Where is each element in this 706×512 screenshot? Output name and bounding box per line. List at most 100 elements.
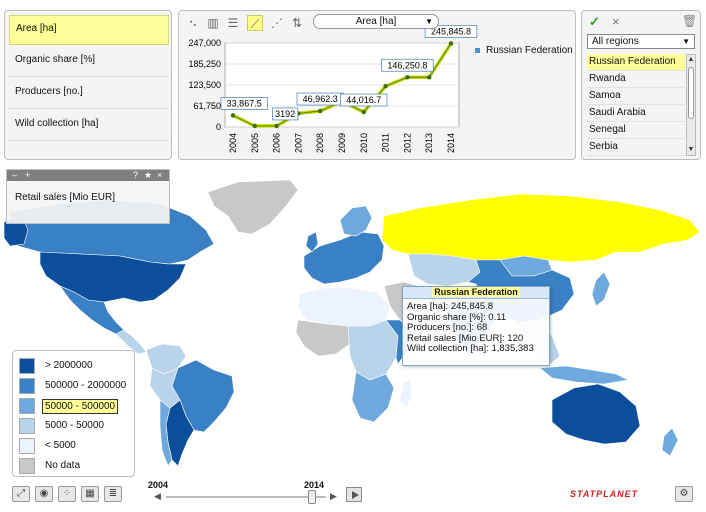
legend-label: < 5000	[45, 440, 76, 451]
region-filter-select[interactable]: All regions ▼	[587, 34, 695, 49]
settings-icon[interactable]: ⚙	[675, 486, 693, 502]
tooltip-title: Russian Federation	[403, 287, 549, 299]
chart-legend: Russian Federation	[475, 45, 573, 56]
data-label: 33,867.5	[227, 98, 262, 108]
retail-sales-panel: – + ? ★ × Retail sales [Mio EUR]	[6, 169, 170, 224]
timeline-end-label: 2014	[304, 480, 325, 490]
map-region-central-africa[interactable]	[347, 319, 399, 381]
legend-label: > 2000000	[45, 360, 93, 371]
data-label: 146,250.8	[387, 60, 427, 70]
indicator-area[interactable]: Area [ha]	[9, 15, 169, 45]
indicator-organic-share[interactable]: Organic share [%]	[9, 47, 169, 77]
bar-chart-icon[interactable]: ▥	[205, 15, 221, 31]
data-point	[318, 108, 323, 114]
scroll-thumb[interactable]	[688, 67, 694, 119]
legend-label: 50000 - 500000	[42, 399, 119, 414]
map-region-scandinavia[interactable]	[339, 205, 373, 237]
add-icon[interactable]: +	[25, 170, 30, 181]
map-region-japan[interactable]	[591, 271, 611, 307]
legend-swatch	[19, 458, 35, 474]
y-tick-label: 247,000	[188, 38, 221, 48]
brand-logo: STATPLANET	[570, 489, 639, 499]
eye-icon[interactable]: ◉	[35, 486, 53, 502]
legend-swatch	[475, 47, 480, 53]
x-tick-label: 2006	[272, 133, 282, 153]
scatter-icon[interactable]: ⠢	[185, 15, 201, 31]
close-icon[interactable]: ×	[612, 14, 620, 29]
table-icon[interactable]: ▦	[81, 486, 99, 502]
legend-label: No data	[45, 460, 81, 471]
timeline-track[interactable]	[166, 496, 326, 498]
region-item-rwanda[interactable]: Rwanda	[587, 71, 685, 88]
fullscreen-icon[interactable]: ⤢	[12, 486, 30, 502]
map-region-west-africa[interactable]	[295, 319, 351, 357]
legend-swatch	[19, 378, 35, 394]
map-region-australia[interactable]	[551, 383, 641, 445]
trash-icon[interactable]: 🗑	[682, 14, 697, 28]
chevron-down-icon: ▼	[425, 17, 433, 26]
scroll-down-icon[interactable]: ▼	[687, 145, 695, 155]
retail-sales-label[interactable]: Retail sales [Mio EUR]	[15, 192, 115, 203]
notes-icon[interactable]: ≣	[104, 486, 122, 502]
region-item-serbia[interactable]: Serbia	[587, 139, 685, 156]
y-tick-label: 61,750	[193, 101, 221, 111]
tooltip-line: Area [ha]: 245,845.8	[407, 301, 494, 312]
region-item-russian-federation[interactable]: Russian Federation	[587, 54, 685, 71]
line-chart-icon[interactable]: ⟋	[247, 15, 263, 31]
legend-label: 5000 - 50000	[45, 420, 104, 431]
region-item-senegal[interactable]: Senegal	[587, 122, 685, 139]
map-region-madagascar[interactable]	[399, 379, 413, 409]
chart-indicator-select-label: Area [ha]	[355, 16, 397, 27]
help-icon[interactable]: ?	[133, 170, 138, 181]
data-label: 245,845.8	[431, 26, 471, 36]
data-point	[448, 41, 454, 46]
data-point	[427, 75, 432, 80]
x-tick-label: 2012	[402, 133, 412, 153]
horizontal-bar-icon[interactable]: ☰	[225, 15, 241, 31]
minimize-icon[interactable]: –	[12, 170, 17, 181]
map-region-north-africa[interactable]	[297, 287, 391, 327]
legend-swatch	[19, 398, 35, 414]
map-region-russian-federation[interactable]	[381, 193, 701, 263]
region-scrollbar[interactable]: ▲ ▼	[686, 54, 696, 156]
data-point	[230, 113, 236, 118]
close-icon[interactable]: ×	[157, 170, 162, 181]
play-button[interactable]	[346, 487, 362, 502]
indicator-producers[interactable]: Producers [no.]	[9, 79, 169, 109]
legend-swatch	[19, 358, 35, 374]
line-chart: 247,000 185,250 123,500 61,750 0 2004 2005 2006…	[188, 24, 478, 153]
x-tick-label: 2010	[359, 133, 369, 153]
timeline-right-arrow-icon[interactable]: ▶	[330, 491, 337, 502]
x-tick-label: 2013	[424, 133, 434, 153]
region-item-saudi-arabia[interactable]: Saudi Arabia	[587, 105, 685, 122]
data-point	[252, 123, 257, 129]
scatter-line-icon[interactable]: ⋰	[269, 15, 285, 31]
scroll-up-icon[interactable]: ▲	[687, 55, 695, 65]
chart-indicator-select[interactable]: Area [ha] ▼	[313, 14, 439, 29]
data-label: 46,962.3	[303, 94, 338, 104]
map-region-greenland[interactable]	[207, 179, 299, 235]
legend-series-name: Russian Federation	[486, 45, 573, 56]
timeline-thumb[interactable]	[308, 490, 316, 504]
data-label: 3192	[275, 109, 295, 119]
checkmark-icon[interactable]: ✓	[589, 14, 600, 30]
legend-swatch	[19, 438, 35, 454]
region-item-samoa[interactable]: Samoa	[587, 88, 685, 105]
map-region-new-zealand[interactable]	[661, 427, 679, 457]
legend-label: 500000 - 2000000	[45, 380, 127, 391]
map-region-southern-africa[interactable]	[351, 371, 395, 423]
timeline-left-arrow-icon[interactable]: ◀	[154, 491, 161, 502]
y-tick-label: 0	[216, 122, 221, 132]
tooltip-title-text: Russian Federation	[432, 287, 520, 297]
sort-icon[interactable]: ⇅	[289, 15, 305, 31]
country-tooltip: Russian Federation Area [ha]: 245,845.8 …	[402, 286, 550, 366]
bubble-icon[interactable]: ⁘	[58, 486, 76, 502]
map-region-indonesia[interactable]	[539, 365, 629, 385]
retail-panel-titlebar: – + ? ★ ×	[7, 170, 169, 181]
region-panel: ✓ × 🗑 All regions ▼ Russian Federation R…	[581, 10, 701, 160]
tooltip-body: Area [ha]: 245,845.8 Organic share [%]: …	[403, 299, 549, 358]
x-tick-label: 2008	[315, 133, 325, 153]
pin-icon[interactable]: ★	[144, 170, 152, 181]
indicator-wild-collection[interactable]: Wild collection [ha]	[9, 111, 169, 141]
timeline-start-label: 2004	[148, 480, 169, 490]
